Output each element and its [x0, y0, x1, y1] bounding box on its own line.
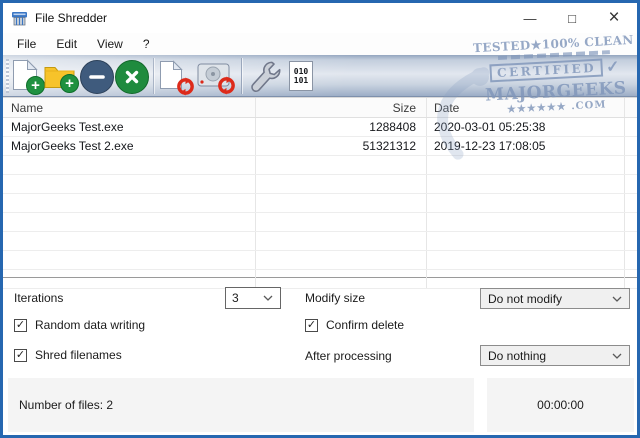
modify-size-label: Modify size	[305, 290, 365, 306]
binary-doc-icon: 101	[294, 76, 308, 85]
timer-status: 00:00:00	[487, 378, 634, 432]
remove-selected-button[interactable]	[80, 60, 114, 94]
window-title: File Shredder	[35, 11, 107, 25]
wrench-icon	[247, 59, 283, 95]
close-button[interactable]: ×	[593, 3, 635, 33]
checkbox-checked-icon: ✓	[305, 319, 318, 332]
window-controls: — □ ×	[509, 3, 635, 33]
maximize-button[interactable]: □	[551, 3, 593, 35]
toolbar: + +	[3, 55, 637, 97]
list-header: Name Size Date	[3, 98, 637, 118]
chevron-down-icon	[612, 296, 622, 302]
iterations-select[interactable]: 3	[225, 287, 281, 309]
cell-date: 2019-12-23 17:08:05	[427, 137, 625, 155]
binary-doc-icon: 010	[294, 67, 308, 76]
list-empty-row	[3, 251, 637, 270]
title-bar: File Shredder — □ ×	[3, 3, 637, 33]
hex-view-button[interactable]: 010 101	[289, 61, 313, 91]
x-circle-icon	[123, 68, 141, 86]
settings-button[interactable]	[247, 59, 283, 95]
column-header-date[interactable]: Date	[427, 98, 625, 117]
list-empty-row	[3, 232, 637, 251]
list-empty-row	[3, 270, 637, 289]
plus-badge-icon: +	[26, 76, 45, 95]
table-row[interactable]: MajorGeeks Test.exe 1288408 2020-03-01 0…	[3, 118, 637, 137]
after-processing-label: After processing	[305, 348, 392, 364]
confirm-delete-checkbox[interactable]: ✓ Confirm delete	[305, 318, 404, 332]
add-folder-button[interactable]: +	[44, 63, 76, 91]
list-empty-row	[3, 194, 637, 213]
shred-free-space-button[interactable]	[197, 63, 233, 91]
list-empty-row	[3, 213, 637, 232]
list-empty-row	[3, 175, 637, 194]
cell-name: MajorGeeks Test 2.exe	[3, 137, 256, 155]
close-icon: ×	[608, 7, 619, 29]
add-file-button[interactable]: +	[12, 59, 42, 93]
random-data-checkbox[interactable]: ✓ Random data writing	[14, 318, 145, 332]
chevron-down-icon	[263, 295, 273, 301]
file-list: Name Size Date MajorGeeks Test.exe 12884…	[3, 97, 637, 278]
menu-edit[interactable]: Edit	[46, 33, 87, 55]
menu-bar: File Edit View ?	[3, 33, 637, 55]
shred-filenames-checkbox[interactable]: ✓ Shred filenames	[14, 348, 122, 362]
after-processing-select[interactable]: Do nothing	[480, 345, 630, 366]
modify-size-select[interactable]: Do not modify	[480, 288, 630, 309]
menu-help[interactable]: ?	[133, 33, 160, 55]
table-row[interactable]: MajorGeeks Test 2.exe 51321312 2019-12-2…	[3, 137, 637, 156]
chevron-down-icon	[612, 353, 622, 359]
cell-size: 51321312	[256, 137, 427, 155]
cell-size: 1288408	[256, 118, 427, 136]
cell-date: 2020-03-01 05:25:38	[427, 118, 625, 136]
minimize-button[interactable]: —	[509, 3, 551, 33]
toolbar-separator	[241, 58, 242, 94]
minimize-icon: —	[524, 11, 537, 26]
column-header-name[interactable]: Name	[3, 98, 256, 117]
recycle-badge-icon	[217, 76, 236, 95]
app-icon	[11, 10, 28, 27]
iterations-label: Iterations	[14, 290, 63, 306]
column-header-size[interactable]: Size	[256, 98, 427, 117]
plus-badge-icon: +	[60, 74, 79, 93]
shred-files-button[interactable]	[159, 60, 191, 94]
checkbox-checked-icon: ✓	[14, 319, 27, 332]
recycle-badge-icon	[176, 77, 195, 96]
toolbar-grip[interactable]	[6, 59, 9, 93]
list-empty-row	[3, 156, 637, 175]
checkbox-checked-icon: ✓	[14, 349, 27, 362]
remove-all-button[interactable]	[115, 60, 149, 94]
toolbar-separator	[153, 58, 154, 94]
file-shredder-window: File Shredder — □ × File Edit View ? +	[0, 0, 640, 438]
menu-view[interactable]: View	[87, 33, 133, 55]
cell-name: MajorGeeks Test.exe	[3, 118, 256, 136]
minus-circle-icon	[88, 68, 106, 86]
menu-file[interactable]: File	[7, 33, 46, 55]
column-header-filler	[625, 98, 637, 117]
file-count-status: Number of files: 2	[8, 378, 474, 432]
maximize-icon: □	[568, 11, 576, 26]
